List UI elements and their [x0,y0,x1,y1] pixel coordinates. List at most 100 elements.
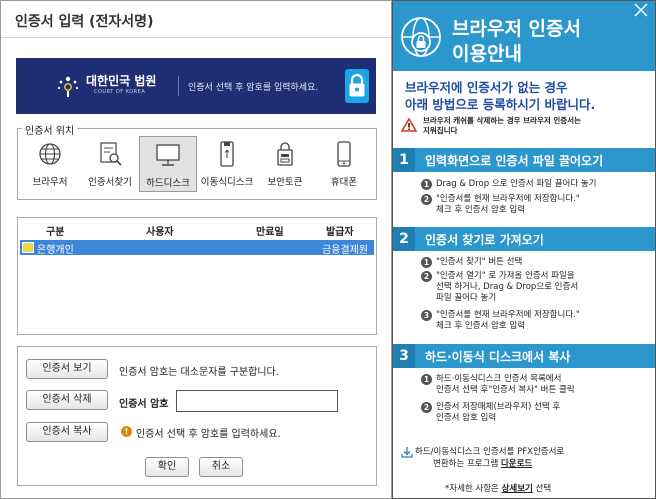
intro-line1: 브라우저에 인증서가 없는 경우 [405,80,568,95]
step-text: "인증서 열기" 로 가져올 인증서 파일을 선택 하거나, Drag & Dr… [436,271,578,304]
section-1-header: 1 입력화면으로 인증서 파일 끌어오기 [393,148,655,172]
location-phone-button[interactable]: 휴대폰 [315,136,373,192]
step-line: 하드·이동식디스크 인증서 목록에서 [436,374,562,384]
location-browser-button[interactable]: 브라우저 [21,136,79,192]
step-line: 선택 하거나, Drag & Drop으로 인증서 [436,282,579,292]
view-cert-button[interactable]: 인증서 보기 [26,359,108,379]
step-text: Drag & Drop 으로 인증서 파일 끌어다 놓기 [436,179,597,189]
cert-table: 구분 사용자 만료일 발급자 은행개인 금융결제원 [17,217,377,335]
cache-warning-text: 브라우저 캐쉬를 삭제하는 경우 브라우저 인증서는 지워집니다 [423,116,581,136]
cache-warning: 브라우저 캐쉬를 삭제하는 경우 브라우저 인증서는 지워집니다 [401,116,651,138]
browser-cert-help-panel: 브라우저 인증서 이용안내 브라우저에 인증서가 없는 경우 아래 방법으로 등… [392,0,656,499]
location-removable-button[interactable]: 이동식디스크 [198,136,256,192]
detail-prefix: *자세한 사항은 [445,484,502,494]
token-icon [277,142,293,166]
cell-type: 은행개인 [37,245,74,256]
download-line1: 하드/이동식디스크 인증서를 PFX인증서로 [415,447,565,457]
step-line: 인증서 암호 입력 [436,413,497,423]
detail-suffix: 선택 [532,484,552,494]
cancel-button[interactable]: 취소 [199,457,243,477]
location-harddisk-label: 하드디스크 [146,178,190,189]
location-harddisk-button[interactable]: 하드디스크 [139,136,197,192]
step-number-icon: 2 [421,271,432,282]
download-line2-prefix: 변환하는 프로그램 [433,459,501,469]
info-warning-icon: ! [121,426,132,437]
step-line: "인증서를 현재 브라우저에 저장합니다." [436,310,580,320]
col-expiry: 만료일 [256,227,284,238]
step-line: 체크 후 인증서 암호 입력 [436,205,526,215]
court-brand-sub: COURT OF KOREA [94,89,146,95]
col-user: 사용자 [146,227,174,238]
step-line: "인증서 열기" 로 가져올 인증서 파일을 [436,271,575,281]
section-2-title: 인증서 찾기로 가져오기 [425,233,544,247]
phone-icon [337,141,351,167]
step-line: 파일 끌어다 놓기 [436,293,497,303]
location-find-cert-label: 인증서찾기 [88,177,132,188]
section-3-number: 3 [393,344,415,368]
title-divider [1,37,391,38]
password-input[interactable] [176,390,338,412]
banner-message: 인증서 선택 후 암호를 입력하세요. [188,83,319,93]
panel-header: 브라우저 인증서 이용안내 [393,1,655,71]
banner-divider [178,76,179,96]
location-token-label: 보안토큰 [267,177,303,188]
step-text: "인증서를 현재 브라우저에 저장합니다." 체크 후 인증서 암호 입력 [436,194,580,216]
panel-title-line2: 이용안내 [452,43,522,65]
section-1-title: 입력화면으로 인증서 파일 끌어오기 [425,154,604,168]
cell-issuer: 금융결제원 [322,245,368,256]
lock-icon [349,73,365,97]
cert-actions-box: 인증서 보기 인증서 암호는 대소문자를 구분합니다. 인증서 삭제 인증서 암… [17,346,377,486]
select-hint: 인증서 선택 후 암호를 입력하세요. [136,429,281,440]
step-text: "인증서를 현재 브라우저에 저장합니다." 체크 후 인증서 암호 입력 [436,310,580,332]
download-line2: 변환하는 프로그램 다운로드 [415,458,564,470]
step-text: 인증서 저장매체(브라우저) 선택 후 인증서 암호 입력 [436,402,560,424]
detail-link[interactable]: 상세보기 [502,484,533,494]
court-brand: 대한민국 법원 [86,74,157,88]
location-phone-label: 휴대폰 [330,177,358,188]
case-hint: 인증서 암호는 대소문자를 구분합니다. [119,367,279,378]
cert-location-legend: 인증서 위치 [22,122,78,137]
cache-warning-line2: 지워집니다 [423,126,458,135]
download-note: 하드/이동식디스크 인증서를 PFX인증서로 변환하는 프로그램 다운로드 [415,446,564,470]
step-line: "인증서를 현재 브라우저에 저장합니다." [436,194,580,204]
download-link[interactable]: 다운로드 [501,459,532,469]
monitor-icon [156,144,180,166]
cert-input-dialog: 인증서 입력 (전자서명) 대한민국 법원 COURT OF KOREA 인증서… [0,0,392,499]
table-header: 구분 사용자 만료일 발급자 [18,218,376,238]
warning-triangle-icon [401,118,417,132]
detail-note: *자세한 사항은 상세보기 선택 [445,482,551,494]
section-2-number: 2 [393,227,415,251]
section-1-number: 1 [393,148,415,172]
section-2-header: 2 인증서 찾기로 가져오기 [393,227,655,251]
panel-title-line1: 브라우저 인증서 [452,18,581,40]
court-banner: 대한민국 법원 COURT OF KOREA 인증서 선택 후 암호를 입력하세… [16,58,376,114]
section-3-header: 3 하드·이동식 디스크에서 복사 [393,344,655,368]
step-line: 인증서 선택 후"인증서 복사" 버튼 클릭 [436,385,575,395]
location-token-button[interactable]: 보안토큰 [256,136,314,192]
location-removable-label: 이동식디스크 [200,177,254,188]
step-number-icon: 1 [421,257,432,268]
cert-badge-icon [22,242,34,253]
download-icon [401,447,413,458]
location-find-cert-button[interactable]: 인증서찾기 [81,136,139,192]
court-logo-icon [57,76,79,97]
step-line: 인증서 저장매체(브라우저) 선택 후 [436,402,561,412]
location-browser-label: 브라우저 [32,177,68,188]
usb-icon [220,141,234,167]
globe-lock-icon [401,17,441,57]
password-label: 인증서 암호 [119,399,169,410]
cache-warning-line1: 브라우저 캐쉬를 삭제하는 경우 브라우저 인증서는 [423,116,581,125]
copy-cert-button[interactable]: 인증서 복사 [26,422,108,442]
close-icon[interactable] [631,1,651,21]
step-text: 하드·이동식디스크 인증서 목록에서 인증서 선택 후"인증서 복사" 버튼 클… [436,374,575,396]
cert-location-group: 인증서 위치 브라우저 인증서찾기 하드디스크 이동식디스크 보안토큰 휴대폰 [17,122,377,200]
step-number-icon: 3 [421,310,432,321]
table-row[interactable]: 은행개인 금융결제원 [20,240,374,256]
step-number-icon: 1 [421,179,432,190]
panel-intro: 브라우저에 인증서가 없는 경우 아래 방법으로 등록하시기 바랍니다. [405,79,595,113]
dialog-title: 인증서 입력 (전자서명) [15,14,154,30]
step-text: "인증서 찾기" 버튼 선택 [436,257,523,267]
confirm-button[interactable]: 확인 [145,457,189,477]
delete-cert-button[interactable]: 인증서 삭제 [26,390,108,410]
step-number-icon: 2 [421,194,432,205]
